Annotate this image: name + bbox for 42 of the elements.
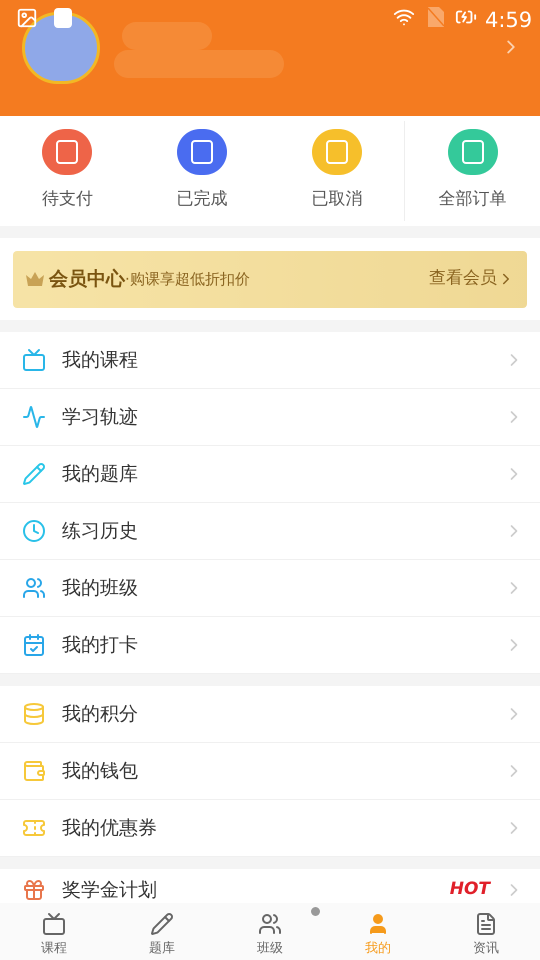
nav-tab[interactable]: 资讯 bbox=[432, 903, 540, 960]
clock-icon bbox=[22, 519, 46, 543]
image-icon bbox=[16, 7, 38, 29]
pencil-icon bbox=[22, 462, 46, 486]
menu-label: 奖学金计划 bbox=[62, 878, 157, 903]
member-banner[interactable]: 会员中心·购课享超低折扣价 查看会员 bbox=[13, 250, 527, 308]
pencil-icon bbox=[150, 912, 174, 936]
menu-label: 我的钱包 bbox=[62, 758, 138, 784]
crown-icon bbox=[25, 271, 45, 287]
order-label[interactable]: 待支付 bbox=[42, 187, 93, 213]
tv-icon bbox=[22, 348, 46, 372]
menu-label: 学习轨迹 bbox=[62, 404, 138, 430]
wallet-icon bbox=[22, 759, 46, 783]
menu-label: 我的题库 bbox=[62, 462, 138, 487]
order-label[interactable]: 全部订单 bbox=[438, 187, 507, 213]
calendar-check-icon bbox=[22, 633, 46, 657]
order-label[interactable]: 已完成 bbox=[176, 187, 228, 213]
nav-tab[interactable]: 题库 bbox=[108, 903, 216, 960]
users-icon bbox=[258, 912, 282, 936]
menu-label: 我的优惠券 bbox=[62, 816, 157, 841]
menu-label: 我的打卡 bbox=[62, 632, 138, 658]
member-subtitle: ·购课享超低折扣价 bbox=[125, 270, 250, 290]
users-icon bbox=[22, 576, 46, 600]
status-time: 4:59 bbox=[485, 7, 532, 34]
menu-label: 我的课程 bbox=[62, 348, 138, 373]
chart-icon bbox=[22, 405, 46, 429]
nav-tab[interactable]: 课程 bbox=[0, 903, 108, 960]
hot-label: HOT bbox=[450, 878, 490, 902]
order-icon[interactable] bbox=[42, 129, 92, 176]
coins-icon bbox=[22, 702, 46, 726]
view-member-link[interactable]: 查看会员 bbox=[429, 266, 515, 292]
menu-label: 我的积分 bbox=[62, 702, 138, 727]
menu-label: 练习历史 bbox=[62, 518, 138, 544]
order-icon[interactable] bbox=[177, 129, 228, 176]
order-icon[interactable] bbox=[448, 129, 498, 176]
order-label[interactable]: 已取消 bbox=[311, 187, 362, 213]
menu-label: 我的班级 bbox=[62, 576, 138, 601]
document-icon bbox=[474, 912, 498, 936]
tv-icon bbox=[42, 912, 66, 936]
member-title: 会员中心 bbox=[49, 266, 125, 292]
no-sim-icon bbox=[428, 7, 444, 27]
nav-tab[interactable]: 班级 bbox=[216, 903, 324, 960]
